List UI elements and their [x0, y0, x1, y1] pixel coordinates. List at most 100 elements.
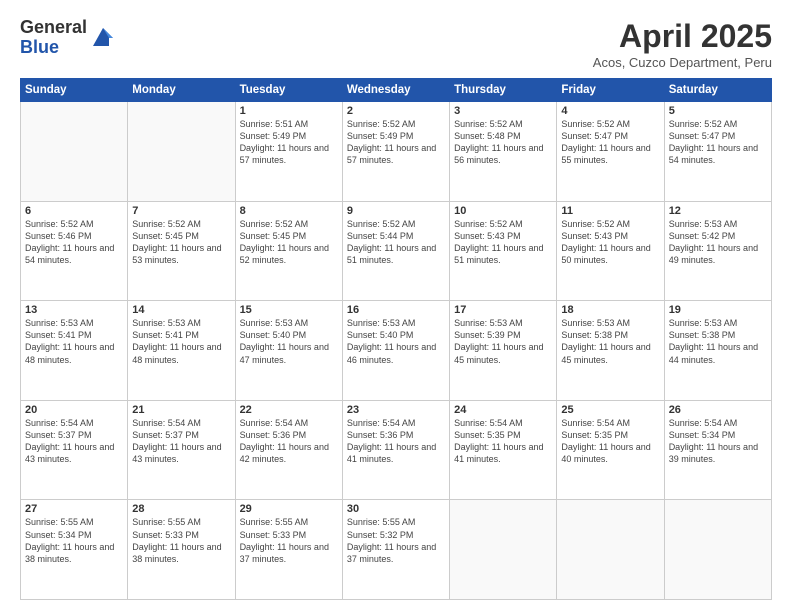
day-info: Sunrise: 5:52 AMSunset: 5:43 PMDaylight:… — [454, 218, 552, 267]
calendar-title: April 2025 — [593, 18, 772, 55]
day-info: Sunrise: 5:52 AMSunset: 5:48 PMDaylight:… — [454, 118, 552, 167]
day-info: Sunrise: 5:53 AMSunset: 5:41 PMDaylight:… — [25, 317, 123, 366]
empty-cell — [128, 102, 235, 202]
day-cell-27: 27Sunrise: 5:55 AMSunset: 5:34 PMDayligh… — [21, 500, 128, 600]
day-info: Sunrise: 5:53 AMSunset: 5:38 PMDaylight:… — [561, 317, 659, 366]
day-cell-14: 14Sunrise: 5:53 AMSunset: 5:41 PMDayligh… — [128, 301, 235, 401]
day-info: Sunrise: 5:54 AMSunset: 5:36 PMDaylight:… — [240, 417, 338, 466]
logo-blue: Blue — [20, 38, 87, 58]
day-number: 25 — [561, 404, 659, 416]
calendar-header: General Blue April 2025 Acos, Cuzco Depa… — [20, 18, 772, 70]
day-cell-6: 6Sunrise: 5:52 AMSunset: 5:46 PMDaylight… — [21, 201, 128, 301]
day-info: Sunrise: 5:55 AMSunset: 5:33 PMDaylight:… — [240, 516, 338, 565]
day-cell-10: 10Sunrise: 5:52 AMSunset: 5:43 PMDayligh… — [450, 201, 557, 301]
day-number: 16 — [347, 304, 445, 316]
weekday-monday: Monday — [128, 79, 235, 102]
day-cell-15: 15Sunrise: 5:53 AMSunset: 5:40 PMDayligh… — [235, 301, 342, 401]
weekday-sunday: Sunday — [21, 79, 128, 102]
day-cell-4: 4Sunrise: 5:52 AMSunset: 5:47 PMDaylight… — [557, 102, 664, 202]
day-info: Sunrise: 5:54 AMSunset: 5:35 PMDaylight:… — [454, 417, 552, 466]
day-info: Sunrise: 5:52 AMSunset: 5:44 PMDaylight:… — [347, 218, 445, 267]
day-cell-18: 18Sunrise: 5:53 AMSunset: 5:38 PMDayligh… — [557, 301, 664, 401]
logo: General Blue — [20, 18, 117, 58]
week-row-2: 6Sunrise: 5:52 AMSunset: 5:46 PMDaylight… — [21, 201, 772, 301]
day-info: Sunrise: 5:55 AMSunset: 5:34 PMDaylight:… — [25, 516, 123, 565]
day-info: Sunrise: 5:52 AMSunset: 5:45 PMDaylight:… — [240, 218, 338, 267]
title-block: April 2025 Acos, Cuzco Department, Peru — [593, 18, 772, 70]
day-number: 1 — [240, 105, 338, 117]
day-number: 14 — [132, 304, 230, 316]
day-cell-16: 16Sunrise: 5:53 AMSunset: 5:40 PMDayligh… — [342, 301, 449, 401]
day-info: Sunrise: 5:54 AMSunset: 5:35 PMDaylight:… — [561, 417, 659, 466]
day-number: 10 — [454, 205, 552, 217]
day-number: 3 — [454, 105, 552, 117]
day-cell-17: 17Sunrise: 5:53 AMSunset: 5:39 PMDayligh… — [450, 301, 557, 401]
empty-cell — [21, 102, 128, 202]
week-row-3: 13Sunrise: 5:53 AMSunset: 5:41 PMDayligh… — [21, 301, 772, 401]
logo-general: General — [20, 18, 87, 38]
day-number: 12 — [669, 205, 767, 217]
day-number: 26 — [669, 404, 767, 416]
day-info: Sunrise: 5:54 AMSunset: 5:37 PMDaylight:… — [132, 417, 230, 466]
day-cell-5: 5Sunrise: 5:52 AMSunset: 5:47 PMDaylight… — [664, 102, 771, 202]
weekday-saturday: Saturday — [664, 79, 771, 102]
day-info: Sunrise: 5:52 AMSunset: 5:47 PMDaylight:… — [561, 118, 659, 167]
day-cell-28: 28Sunrise: 5:55 AMSunset: 5:33 PMDayligh… — [128, 500, 235, 600]
day-number: 5 — [669, 105, 767, 117]
day-info: Sunrise: 5:52 AMSunset: 5:47 PMDaylight:… — [669, 118, 767, 167]
day-cell-29: 29Sunrise: 5:55 AMSunset: 5:33 PMDayligh… — [235, 500, 342, 600]
day-number: 6 — [25, 205, 123, 217]
day-number: 21 — [132, 404, 230, 416]
calendar-table: SundayMondayTuesdayWednesdayThursdayFrid… — [20, 78, 772, 600]
day-number: 30 — [347, 503, 445, 515]
day-cell-2: 2Sunrise: 5:52 AMSunset: 5:49 PMDaylight… — [342, 102, 449, 202]
weekday-wednesday: Wednesday — [342, 79, 449, 102]
day-number: 11 — [561, 205, 659, 217]
day-cell-8: 8Sunrise: 5:52 AMSunset: 5:45 PMDaylight… — [235, 201, 342, 301]
day-number: 8 — [240, 205, 338, 217]
day-cell-22: 22Sunrise: 5:54 AMSunset: 5:36 PMDayligh… — [235, 400, 342, 500]
weekday-tuesday: Tuesday — [235, 79, 342, 102]
day-number: 2 — [347, 105, 445, 117]
day-info: Sunrise: 5:52 AMSunset: 5:43 PMDaylight:… — [561, 218, 659, 267]
week-row-1: 1Sunrise: 5:51 AMSunset: 5:49 PMDaylight… — [21, 102, 772, 202]
day-number: 28 — [132, 503, 230, 515]
day-info: Sunrise: 5:54 AMSunset: 5:37 PMDaylight:… — [25, 417, 123, 466]
day-info: Sunrise: 5:53 AMSunset: 5:39 PMDaylight:… — [454, 317, 552, 366]
day-number: 15 — [240, 304, 338, 316]
day-cell-7: 7Sunrise: 5:52 AMSunset: 5:45 PMDaylight… — [128, 201, 235, 301]
day-info: Sunrise: 5:55 AMSunset: 5:33 PMDaylight:… — [132, 516, 230, 565]
day-info: Sunrise: 5:53 AMSunset: 5:38 PMDaylight:… — [669, 317, 767, 366]
day-info: Sunrise: 5:55 AMSunset: 5:32 PMDaylight:… — [347, 516, 445, 565]
weekday-thursday: Thursday — [450, 79, 557, 102]
day-number: 22 — [240, 404, 338, 416]
day-info: Sunrise: 5:52 AMSunset: 5:49 PMDaylight:… — [347, 118, 445, 167]
day-number: 13 — [25, 304, 123, 316]
logo-icon — [89, 22, 117, 50]
day-number: 20 — [25, 404, 123, 416]
calendar-subtitle: Acos, Cuzco Department, Peru — [593, 55, 772, 70]
empty-cell — [664, 500, 771, 600]
day-number: 18 — [561, 304, 659, 316]
weekday-header-row: SundayMondayTuesdayWednesdayThursdayFrid… — [21, 79, 772, 102]
day-cell-13: 13Sunrise: 5:53 AMSunset: 5:41 PMDayligh… — [21, 301, 128, 401]
day-info: Sunrise: 5:51 AMSunset: 5:49 PMDaylight:… — [240, 118, 338, 167]
day-cell-25: 25Sunrise: 5:54 AMSunset: 5:35 PMDayligh… — [557, 400, 664, 500]
day-number: 9 — [347, 205, 445, 217]
day-number: 17 — [454, 304, 552, 316]
day-cell-19: 19Sunrise: 5:53 AMSunset: 5:38 PMDayligh… — [664, 301, 771, 401]
day-info: Sunrise: 5:54 AMSunset: 5:34 PMDaylight:… — [669, 417, 767, 466]
day-cell-24: 24Sunrise: 5:54 AMSunset: 5:35 PMDayligh… — [450, 400, 557, 500]
day-cell-21: 21Sunrise: 5:54 AMSunset: 5:37 PMDayligh… — [128, 400, 235, 500]
day-number: 19 — [669, 304, 767, 316]
day-cell-1: 1Sunrise: 5:51 AMSunset: 5:49 PMDaylight… — [235, 102, 342, 202]
day-info: Sunrise: 5:53 AMSunset: 5:41 PMDaylight:… — [132, 317, 230, 366]
day-cell-23: 23Sunrise: 5:54 AMSunset: 5:36 PMDayligh… — [342, 400, 449, 500]
day-number: 24 — [454, 404, 552, 416]
day-info: Sunrise: 5:53 AMSunset: 5:40 PMDaylight:… — [240, 317, 338, 366]
day-info: Sunrise: 5:54 AMSunset: 5:36 PMDaylight:… — [347, 417, 445, 466]
empty-cell — [450, 500, 557, 600]
day-cell-9: 9Sunrise: 5:52 AMSunset: 5:44 PMDaylight… — [342, 201, 449, 301]
day-number: 27 — [25, 503, 123, 515]
day-cell-12: 12Sunrise: 5:53 AMSunset: 5:42 PMDayligh… — [664, 201, 771, 301]
